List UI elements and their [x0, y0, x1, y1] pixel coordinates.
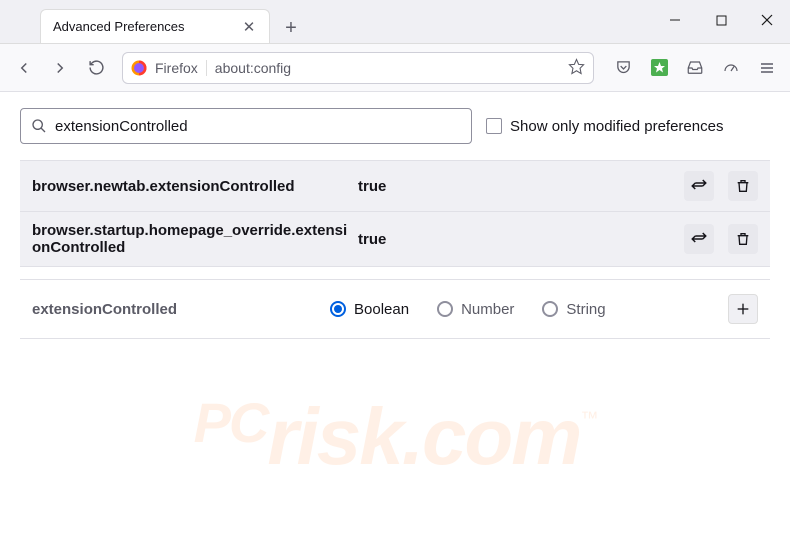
- preference-name: browser.newtab.extensionControlled: [32, 178, 350, 195]
- radio-icon: [437, 301, 453, 317]
- pocket-icon[interactable]: [608, 53, 638, 83]
- firefox-icon: [131, 60, 147, 76]
- search-value: extensionControlled: [55, 118, 188, 135]
- delete-button[interactable]: [728, 171, 758, 201]
- type-boolean-radio[interactable]: Boolean: [330, 301, 409, 318]
- extension-icon[interactable]: [644, 53, 674, 83]
- type-selector: Boolean Number String: [330, 301, 720, 318]
- radio-label: Boolean: [354, 301, 409, 318]
- back-button[interactable]: [8, 52, 40, 84]
- menu-button[interactable]: [752, 53, 782, 83]
- preference-row[interactable]: browser.startup.homepage_override.extens…: [20, 212, 770, 267]
- tab-title: Advanced Preferences: [53, 19, 231, 34]
- type-number-radio[interactable]: Number: [437, 301, 514, 318]
- inbox-icon[interactable]: [680, 53, 710, 83]
- close-window-button[interactable]: [744, 4, 790, 36]
- maximize-button[interactable]: [698, 4, 744, 36]
- minimize-button[interactable]: [652, 4, 698, 36]
- search-input[interactable]: extensionControlled: [20, 108, 472, 144]
- url-bar[interactable]: Firefox about:config: [122, 52, 594, 84]
- toggle-button[interactable]: [684, 224, 714, 254]
- browser-toolbar: Firefox about:config: [0, 44, 790, 92]
- preference-list: browser.newtab.extensionControlled true …: [20, 160, 770, 267]
- new-tab-button[interactable]: +: [276, 13, 306, 43]
- checkbox-label: Show only modified preferences: [510, 118, 723, 135]
- window-titlebar: Advanced Preferences ✕ +: [0, 0, 790, 44]
- radio-icon: [542, 301, 558, 317]
- speedometer-icon[interactable]: [716, 53, 746, 83]
- bookmark-star-icon[interactable]: [568, 58, 585, 78]
- type-string-radio[interactable]: String: [542, 301, 605, 318]
- new-preference-name: extensionControlled: [32, 301, 322, 318]
- radio-label: String: [566, 301, 605, 318]
- toolbar-right-icons: [608, 53, 782, 83]
- window-controls: [652, 0, 790, 40]
- preference-row[interactable]: browser.newtab.extensionControlled true: [20, 161, 770, 212]
- reload-button[interactable]: [80, 52, 112, 84]
- watermark-com: .com: [402, 392, 581, 481]
- watermark-tm: ™: [580, 408, 596, 428]
- delete-button[interactable]: [728, 224, 758, 254]
- browser-tab[interactable]: Advanced Preferences ✕: [40, 9, 270, 43]
- radio-label: Number: [461, 301, 514, 318]
- radio-icon: [330, 301, 346, 317]
- add-button[interactable]: [728, 294, 758, 324]
- preference-value: true: [358, 178, 670, 195]
- forward-button[interactable]: [44, 52, 76, 84]
- url-text: about:config: [215, 60, 560, 76]
- close-tab-icon[interactable]: ✕: [241, 19, 257, 35]
- toggle-button[interactable]: [684, 171, 714, 201]
- config-content: extensionControlled Show only modified p…: [0, 92, 790, 355]
- preference-name: browser.startup.homepage_override.extens…: [32, 222, 350, 256]
- checkbox-box: [486, 118, 502, 134]
- search-icon: [31, 118, 47, 134]
- modified-only-checkbox[interactable]: Show only modified preferences: [486, 118, 723, 135]
- watermark-risk: risk: [267, 392, 401, 481]
- watermark: PCrisk.com™: [194, 390, 597, 483]
- new-preference-row: extensionControlled Boolean Number Strin…: [20, 279, 770, 339]
- url-identity: Firefox: [155, 60, 207, 76]
- preference-value: true: [358, 231, 670, 248]
- watermark-pc: PC: [194, 391, 268, 454]
- search-row: extensionControlled Show only modified p…: [20, 108, 770, 144]
